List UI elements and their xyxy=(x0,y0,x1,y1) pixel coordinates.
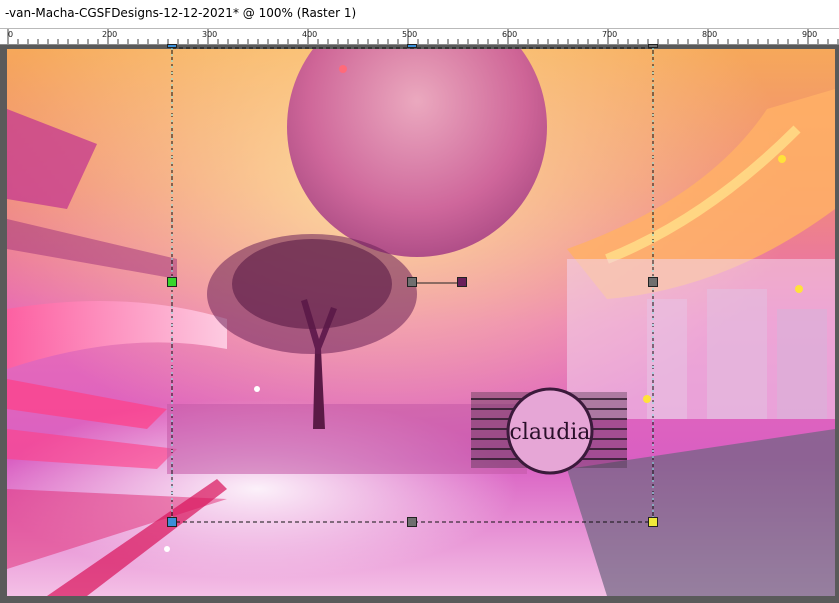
ruler-label: 200 xyxy=(102,30,118,39)
right-middle-handle[interactable] xyxy=(648,277,658,287)
canvas-area[interactable]: claudia xyxy=(0,45,839,603)
bottom-middle-handle[interactable] xyxy=(407,517,417,527)
pivot-handle[interactable] xyxy=(407,277,417,287)
window-titlebar: -van-Macha-CGSFDesigns-12-12-2021* @ 100… xyxy=(0,0,839,29)
horizontal-ruler[interactable]: 0 200 300 400 500 600 700 800 900 xyxy=(0,29,839,45)
ruler-label: 300 xyxy=(202,30,218,39)
ruler-label: 500 xyxy=(402,30,418,39)
left-middle-handle[interactable] xyxy=(167,277,177,287)
top-right-handle[interactable] xyxy=(648,44,658,48)
top-middle-handle[interactable] xyxy=(407,44,417,48)
bottom-right-handle[interactable] xyxy=(648,517,658,527)
raster-layer-image[interactable]: claudia xyxy=(7,49,835,596)
top-left-handle[interactable] xyxy=(167,44,177,48)
ruler-label: 600 xyxy=(502,30,518,39)
window-title: -van-Macha-CGSFDesigns-12-12-2021* @ 100… xyxy=(5,6,357,20)
watermark-text: claudia xyxy=(510,420,591,445)
ruler-label: 800 xyxy=(702,30,718,39)
bottom-left-handle[interactable] xyxy=(167,517,177,527)
ruler-label: 0 xyxy=(8,30,14,39)
rotation-handle[interactable] xyxy=(457,277,467,287)
ruler-label: 400 xyxy=(302,30,318,39)
artwork-svg: claudia xyxy=(7,49,835,596)
ruler-label: 700 xyxy=(602,30,618,39)
ruler-label: 900 xyxy=(802,30,818,39)
